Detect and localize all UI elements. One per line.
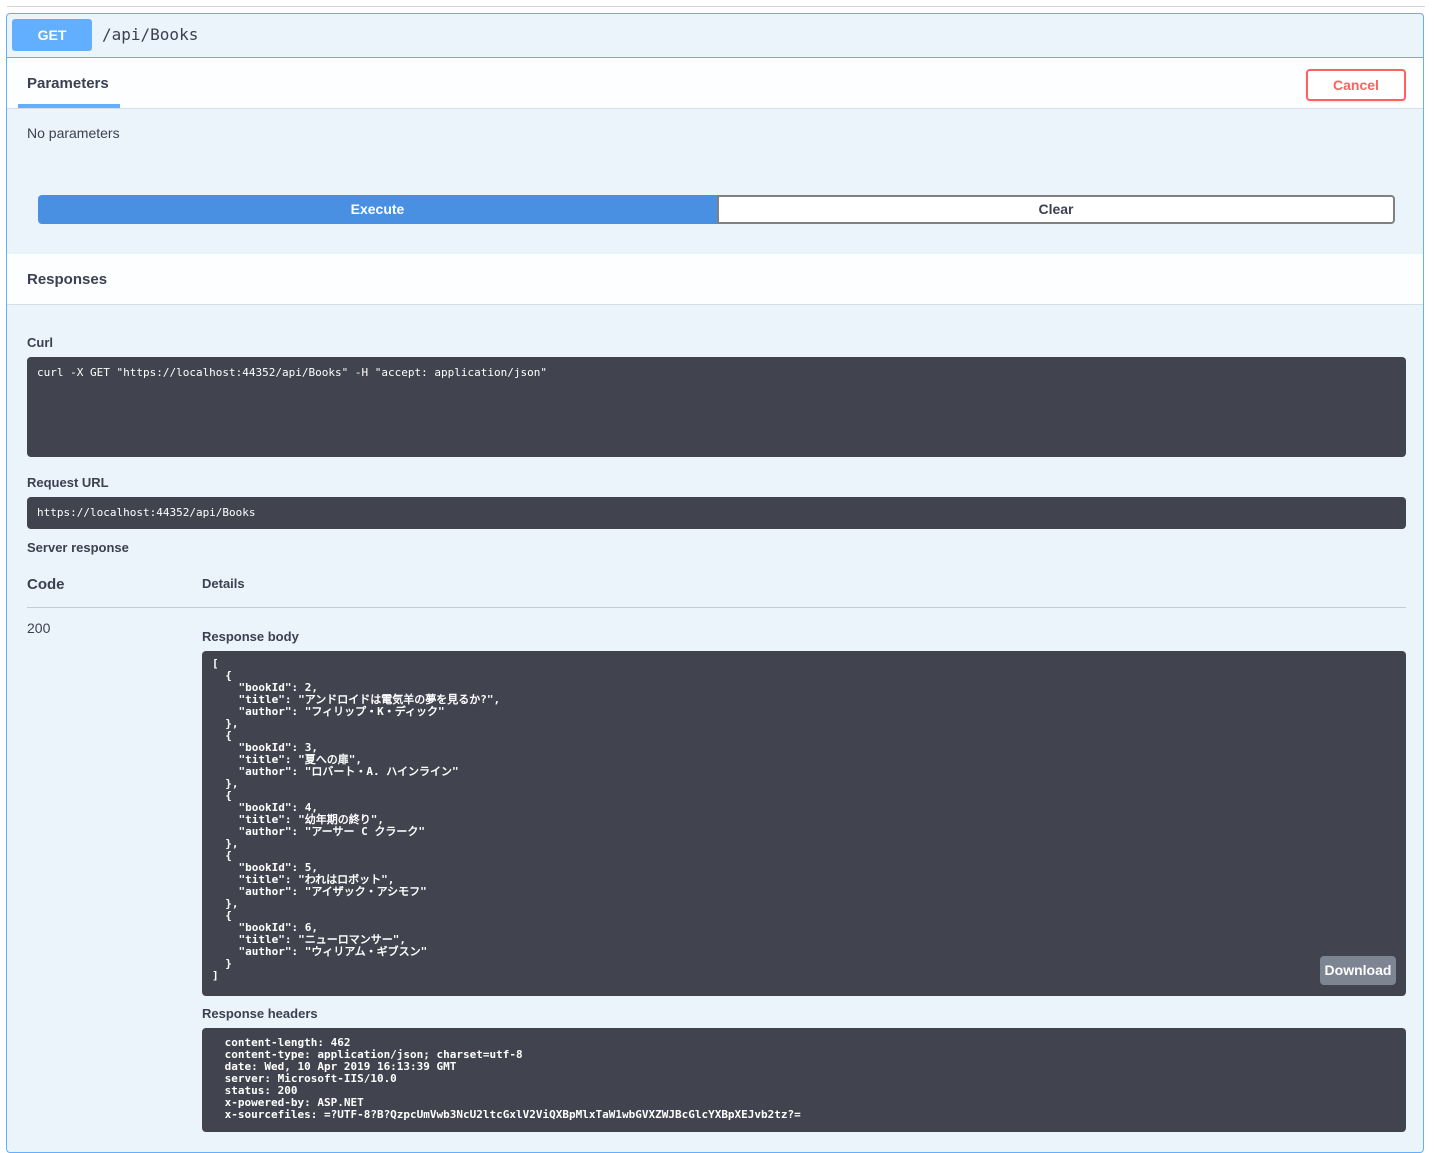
curl-command-box[interactable]: curl -X GET "https://localhost:44352/api… — [27, 357, 1406, 457]
response-headers-label: Response headers — [202, 1006, 318, 1021]
response-table-divider — [27, 607, 1406, 608]
response-headers-box[interactable]: content-length: 462 content-type: applic… — [202, 1028, 1406, 1132]
tab-parameters[interactable]: Parameters — [27, 75, 109, 92]
responses-section-header: Responses — [7, 254, 1423, 305]
parameters-section-header: Parameters — [7, 58, 1423, 109]
response-status-code: 200 — [27, 620, 51, 636]
no-parameters-text: No parameters — [27, 125, 120, 141]
operation-summary[interactable]: GET /api/Books — [7, 14, 1423, 58]
clear-button[interactable]: Clear — [717, 195, 1395, 224]
active-tab-indicator — [18, 104, 120, 108]
responses-title: Responses — [27, 271, 108, 288]
server-response-label: Server response — [27, 540, 129, 555]
execute-button[interactable]: Execute — [38, 195, 717, 224]
request-url-label: Request URL — [27, 475, 109, 490]
details-column-header: Details — [202, 576, 245, 591]
code-column-header: Code — [27, 576, 65, 593]
request-url-box[interactable]: https://localhost:44352/api/Books — [27, 497, 1406, 529]
operation-block-get-books: GET /api/Books Parameters Cancel No para… — [6, 13, 1424, 1153]
curl-command-text: curl -X GET "https://localhost:44352/api… — [37, 366, 547, 379]
download-button[interactable]: Download — [1320, 956, 1396, 985]
http-method-badge: GET — [12, 19, 92, 51]
request-url-text: https://localhost:44352/api/Books — [37, 506, 256, 519]
response-headers-text: content-length: 462 content-type: applic… — [224, 1036, 801, 1121]
response-body-box[interactable]: [ { "bookId": 2, "title": "アンドロイドは電気羊の夢を… — [202, 651, 1406, 996]
cancel-button[interactable]: Cancel — [1306, 69, 1406, 101]
response-body-text: [ { "bookId": 2, "title": "アンドロイドは電気羊の夢を… — [212, 657, 501, 982]
top-divider — [7, 6, 1425, 7]
endpoint-path: /api/Books — [102, 25, 199, 44]
response-body-label: Response body — [202, 629, 299, 644]
curl-label: Curl — [27, 335, 53, 350]
